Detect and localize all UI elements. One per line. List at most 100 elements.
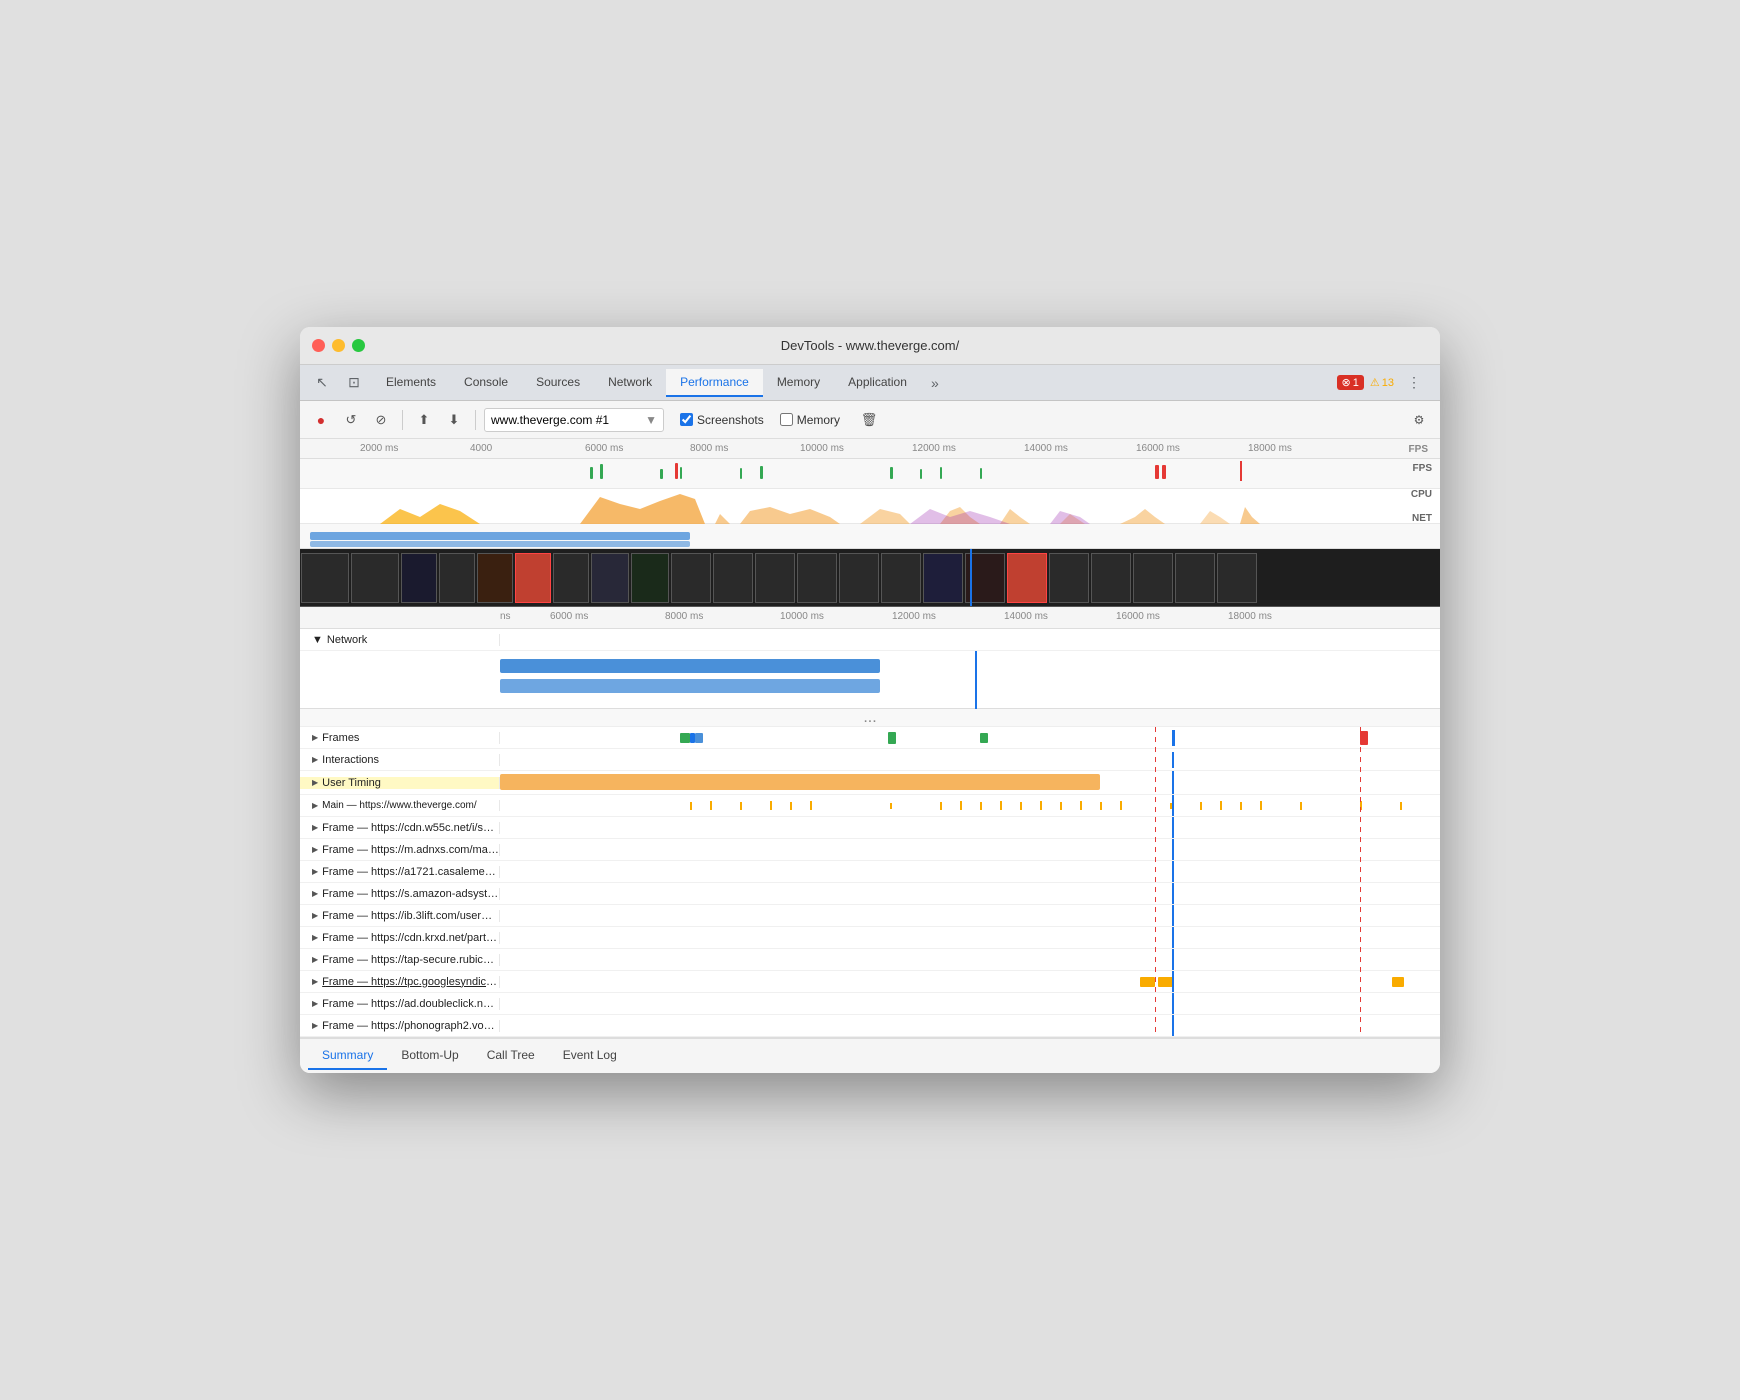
minimize-button[interactable] (332, 339, 345, 352)
screenshot-thumb[interactable] (839, 553, 879, 603)
error-badge[interactable]: ⊗ 1 (1337, 375, 1364, 390)
user-timing-row-content (500, 771, 1440, 794)
frame-row-9[interactable]: ▶ Frame — https://phonograph2.voxmedia.c… (300, 1015, 1440, 1037)
reload-button[interactable]: ↺ (338, 407, 364, 433)
frame-triangle-icon-6: ▶ (312, 955, 318, 964)
network-section[interactable]: ▼ Network (300, 629, 1440, 709)
frames-row[interactable]: ▶ Frames (300, 727, 1440, 749)
tab-sources[interactable]: Sources (522, 369, 594, 397)
url-value: www.theverge.com #1 (491, 413, 609, 427)
tab-memory[interactable]: Memory (763, 369, 834, 397)
tab-call-tree[interactable]: Call Tree (473, 1042, 549, 1070)
screenshots-checkbox-label[interactable]: Screenshots (680, 413, 764, 427)
net-label: NET (1412, 513, 1432, 524)
overview-area[interactable]: FPS CPU NET (300, 459, 1440, 549)
close-button[interactable] (312, 339, 325, 352)
screenshot-thumb[interactable] (553, 553, 589, 603)
frame-row-content-2 (500, 861, 1440, 882)
screenshot-thumb[interactable] (477, 553, 513, 603)
tab-elements[interactable]: Elements (372, 369, 450, 397)
screenshot-thumb[interactable] (1091, 553, 1131, 603)
screenshot-thumb[interactable] (301, 553, 349, 603)
screenshot-thumb[interactable] (1049, 553, 1089, 603)
interactions-row[interactable]: ▶ Interactions (300, 749, 1440, 771)
frame-row-6[interactable]: ▶ Frame — https://tap-secure.rubiconproj… (300, 949, 1440, 971)
screenshot-thumb[interactable] (351, 553, 399, 603)
tab-console[interactable]: Console (450, 369, 522, 397)
traffic-lights (312, 339, 365, 352)
tab-performance[interactable]: Performance (666, 369, 763, 397)
frame-triangle-icon-9: ▶ (312, 1021, 318, 1030)
cursor-icon[interactable]: ↖ (308, 369, 336, 397)
gear-button[interactable]: ⚙ (1406, 407, 1432, 433)
screenshot-thumb[interactable] (1175, 553, 1215, 603)
screenshots-strip[interactable] (300, 549, 1440, 607)
frame-row-7[interactable]: ▶ Frame — https://tpc.googlesyndication.… (300, 971, 1440, 993)
frame-row-1[interactable]: ▶ Frame — https://m.adnxs.com/mapuid?mem… (300, 839, 1440, 861)
screenshot-thumb[interactable] (1007, 553, 1047, 603)
download-button[interactable]: ⬇ (441, 407, 467, 433)
frame-row-0[interactable]: ▶ Frame — https://cdn.w55c.net/i/s_0RB7U… (300, 817, 1440, 839)
screenshot-thumb[interactable] (755, 553, 795, 603)
upload-button[interactable]: ⬆ (411, 407, 437, 433)
frame-row-3[interactable]: ▶ Frame — https://s.amazon-adsystem.com/… (300, 883, 1440, 905)
tab-event-log[interactable]: Event Log (549, 1042, 631, 1070)
interactions-label: ▶ Interactions (300, 754, 500, 766)
user-timing-bar (500, 774, 1100, 790)
screenshot-thumb[interactable] (671, 553, 711, 603)
frame-triangle-icon-5: ▶ (312, 933, 318, 942)
screenshot-thumb[interactable] (631, 553, 669, 603)
panel-toggle-icon[interactable]: ⊡ (340, 369, 368, 397)
more-tabs-icon[interactable]: » (921, 369, 949, 397)
frame-row-5[interactable]: ▶ Frame — https://cdn.krxd.net/partnerjs… (300, 927, 1440, 949)
screenshot-thumb[interactable] (713, 553, 753, 603)
screenshot-thumb[interactable] (515, 553, 551, 603)
screenshot-thumb[interactable] (439, 553, 475, 603)
ruler-mark-8000: 8000 ms (690, 443, 728, 454)
memory-label: Memory (797, 413, 840, 427)
screenshot-thumb[interactable] (923, 553, 963, 603)
tab-network[interactable]: Network (594, 369, 666, 397)
tab-summary[interactable]: Summary (308, 1042, 387, 1070)
timeline-cursor-blue (970, 549, 972, 606)
clear-button[interactable]: ⊘ (368, 407, 394, 433)
frame-row-4[interactable]: ▶ Frame — https://ib.3lift.com/userSync.… (300, 905, 1440, 927)
timeline-rows-container[interactable]: ▶ Frames ▶ Interactions (300, 727, 1440, 1037)
screenshot-thumb[interactable] (797, 553, 837, 603)
frame-row-label-4: ▶ Frame — https://ib.3lift.com/userSync.… (300, 910, 500, 922)
screenshot-thumb[interactable] (881, 553, 921, 603)
ruler2-8000: 8000 ms (665, 611, 703, 622)
network-label: Network (327, 634, 367, 646)
error-count: 1 (1353, 377, 1359, 389)
trash-button[interactable]: 🗑 (856, 407, 882, 433)
url-dropdown[interactable]: www.theverge.com #1 ▼ (484, 408, 664, 432)
maximize-button[interactable] (352, 339, 365, 352)
warning-badge[interactable]: ⚠ 13 (1370, 376, 1394, 389)
user-timing-triangle-icon: ▶ (312, 778, 318, 787)
screenshot-thumb[interactable] (591, 553, 629, 603)
screenshot-thumb[interactable] (401, 553, 437, 603)
frame-row-content-4 (500, 905, 1440, 926)
main-row[interactable]: ▶ Main — https://www.theverge.com/ (300, 795, 1440, 817)
fps-label2: FPS (1413, 463, 1432, 474)
performance-toolbar: ● ↺ ⊘ ⬆ ⬇ www.theverge.com #1 ▼ Screensh… (300, 401, 1440, 439)
screenshots-checkbox[interactable] (680, 413, 693, 426)
memory-checkbox-label[interactable]: Memory (780, 413, 840, 427)
network-bar-1 (500, 659, 880, 673)
frame-row-content-7 (500, 971, 1440, 992)
ruler2-18000: 18000 ms (1228, 611, 1272, 622)
more-options-icon[interactable]: ⋮ (1400, 369, 1428, 397)
memory-checkbox[interactable] (780, 413, 793, 426)
tab-bottom-up[interactable]: Bottom-Up (387, 1042, 472, 1070)
screenshot-thumb[interactable] (1217, 553, 1257, 603)
frame-row-2[interactable]: ▶ Frame — https://a1721.casalemedia.com/… (300, 861, 1440, 883)
screenshot-thumb[interactable] (1133, 553, 1173, 603)
record-button[interactable]: ● (308, 407, 334, 433)
frame-row-8[interactable]: ▶ Frame — https://ad.doubleclick.net/ddm… (300, 993, 1440, 1015)
frame-row-label-0: ▶ Frame — https://cdn.w55c.net/i/s_0RB7U… (300, 822, 500, 834)
user-timing-row[interactable]: ▶ User Timing (300, 771, 1440, 795)
ruler-mark-18000: 18000 ms (1248, 443, 1292, 454)
network-row-label: ▼ Network (300, 634, 500, 646)
tab-application[interactable]: Application (834, 369, 921, 397)
interactions-row-content (500, 749, 1440, 770)
